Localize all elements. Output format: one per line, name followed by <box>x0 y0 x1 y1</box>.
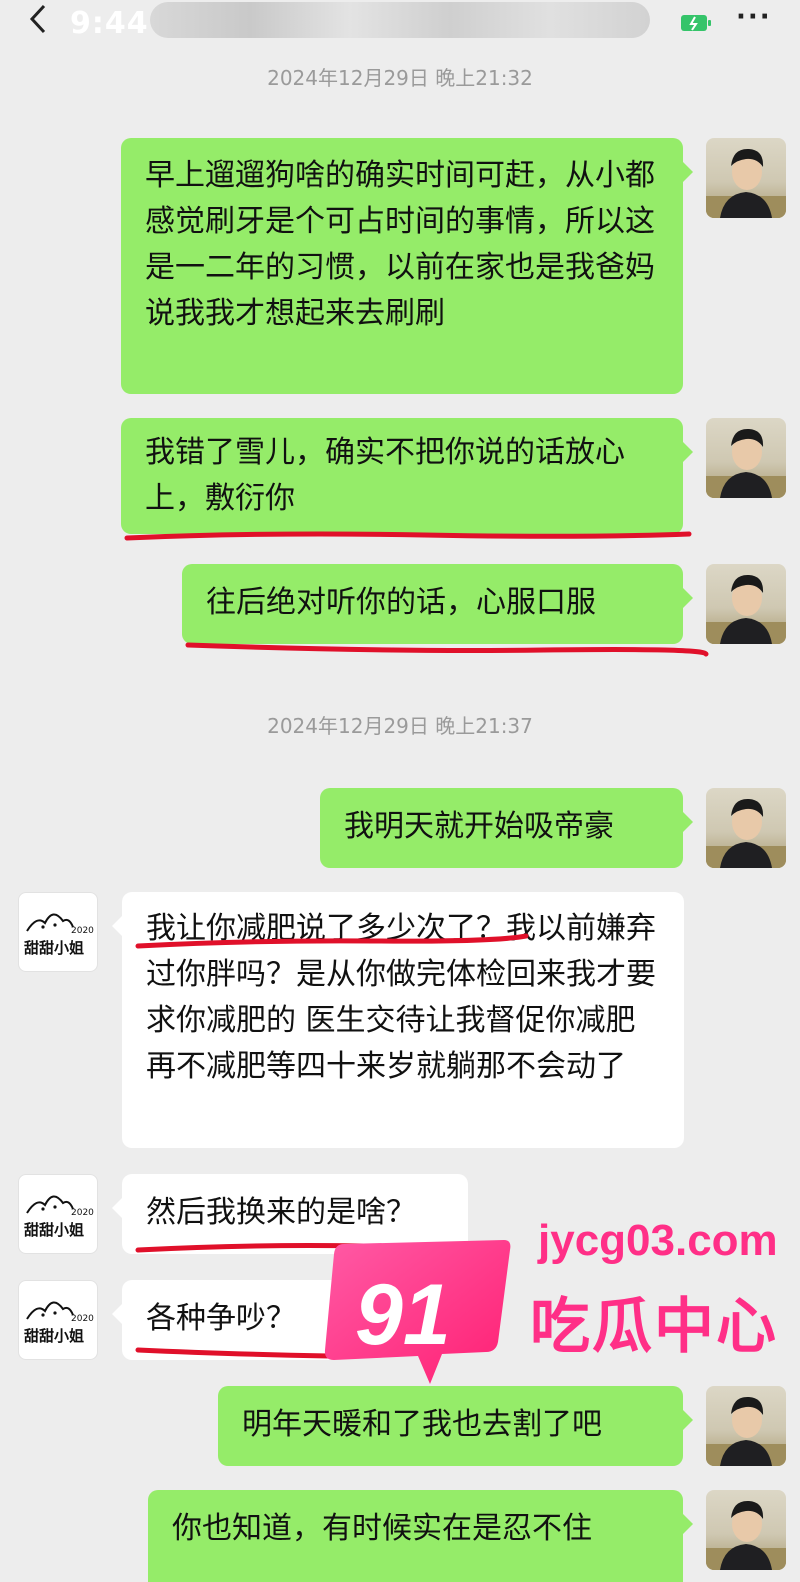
my-avatar-image <box>706 148 786 218</box>
watermark-number: 91 <box>355 1267 451 1363</box>
timestamp: 2024年12月29日 晚上21:32 <box>267 66 533 90</box>
watermark-site-name: 吃瓜中心 <box>530 1292 778 1362</box>
svg-text:2020: 2020 <box>71 1208 94 1218</box>
watermark-url: jycg03.com <box>538 1216 778 1265</box>
sweet-miss-logo-icon: 2020 甜甜小姐 <box>24 1195 94 1239</box>
battery-icon <box>681 15 711 31</box>
avatar[interactable] <box>706 138 786 218</box>
blurred-contact-name <box>150 2 650 38</box>
my-avatar-image <box>706 798 786 868</box>
my-message-bubble: 我明天就开始吸帝豪 <box>320 788 693 868</box>
svg-text:甜甜小姐: 甜甜小姐 <box>24 939 84 957</box>
avatar[interactable]: 2020 甜甜小姐 <box>18 892 98 972</box>
svg-text:2020: 2020 <box>71 926 94 936</box>
svg-text:甜甜小姐: 甜甜小姐 <box>24 1327 84 1345</box>
my-avatar-image <box>706 1500 786 1570</box>
svg-text:2020: 2020 <box>71 1314 94 1324</box>
avatar[interactable] <box>706 1490 786 1570</box>
avatar[interactable] <box>706 788 786 868</box>
her-message-bubble: 各种争吵？ <box>112 1280 342 1360</box>
my-message-bubble: 明年天暖和了我也去割了吧 <box>218 1386 693 1466</box>
avatar[interactable] <box>706 1386 786 1466</box>
timestamp: 2024年12月29日 晚上21:37 <box>267 714 533 738</box>
my-message-bubble: 我错了雪儿，确实不把你说的话放心上，敷衍你 <box>121 418 693 534</box>
my-avatar-image <box>706 1396 786 1466</box>
avatar[interactable] <box>706 564 786 644</box>
avatar[interactable]: 2020 甜甜小姐 <box>18 1174 98 1254</box>
svg-text:甜甜小姐: 甜甜小姐 <box>24 1221 84 1239</box>
my-avatar-image <box>706 428 786 498</box>
her-message-bubble: 我让你减肥说了多少次了？我以前嫌弃过你胖吗？是从你做完体检回来我才要求你减肥的 … <box>112 892 684 1148</box>
more-options-button[interactable]: ··· <box>736 2 772 32</box>
status-time: 9:44 <box>70 6 149 41</box>
back-arrow-icon[interactable] <box>24 4 54 34</box>
avatar[interactable] <box>706 418 786 498</box>
sweet-miss-logo-icon: 2020 甜甜小姐 <box>24 1301 94 1345</box>
my-avatar-image <box>706 574 786 644</box>
my-message-bubble: 你也知道，有时候实在是忍不住 <box>148 1490 693 1582</box>
avatar[interactable]: 2020 甜甜小姐 <box>18 1280 98 1360</box>
sweet-miss-logo-icon: 2020 甜甜小姐 <box>24 913 94 957</box>
status-bar: 9:44 ··· <box>0 0 800 42</box>
my-message-bubble: 往后绝对听你的话，心服口服 <box>182 564 693 644</box>
my-message-bubble: 早上遛遛狗啥的确实时间可赶，从小都感觉刷牙是个可占时间的事情，所以这是一二年的习… <box>121 138 693 394</box>
